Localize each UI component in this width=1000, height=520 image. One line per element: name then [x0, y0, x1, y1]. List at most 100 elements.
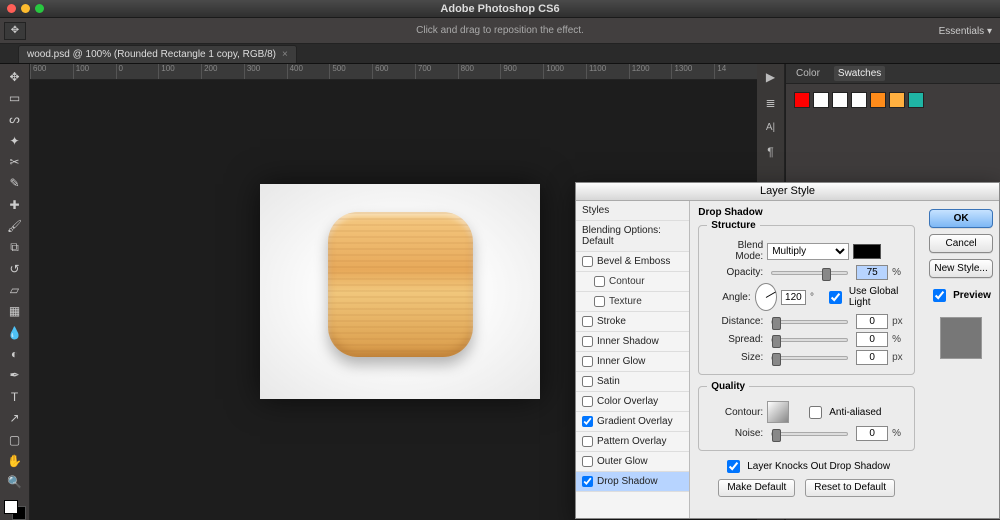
- workspace-switcher[interactable]: Essentials ▾: [939, 18, 992, 44]
- swatch[interactable]: [908, 92, 924, 108]
- history-icon[interactable]: ≣: [765, 96, 775, 110]
- char-icon[interactable]: A|: [766, 122, 775, 133]
- shape-tool[interactable]: ▢: [4, 430, 26, 449]
- style-item[interactable]: Outer Glow: [576, 452, 689, 472]
- swatch[interactable]: [832, 92, 848, 108]
- style-checkbox[interactable]: [582, 316, 593, 327]
- new-style-button[interactable]: New Style...: [929, 259, 993, 278]
- reset-default-button[interactable]: Reset to Default: [805, 479, 895, 497]
- hand-tool[interactable]: ✋: [4, 451, 26, 470]
- type-tool[interactable]: T: [4, 387, 26, 406]
- color-swatch[interactable]: [4, 500, 26, 520]
- style-checkbox[interactable]: [582, 476, 593, 487]
- opacity-slider[interactable]: [771, 271, 848, 275]
- document-canvas[interactable]: [260, 184, 540, 399]
- dodge-tool[interactable]: ◐: [4, 344, 26, 363]
- style-checkbox[interactable]: [582, 456, 593, 467]
- preview-checkbox[interactable]: [933, 289, 946, 302]
- tab-swatches[interactable]: Swatches: [834, 66, 885, 81]
- style-item[interactable]: Satin: [576, 372, 689, 392]
- size-input[interactable]: 0: [856, 350, 888, 365]
- size-slider[interactable]: [771, 356, 848, 360]
- distance-slider[interactable]: [771, 320, 848, 324]
- blur-tool[interactable]: 💧: [4, 323, 26, 342]
- marquee-tool[interactable]: ▭: [4, 88, 26, 107]
- healing-tool[interactable]: ✚: [4, 195, 26, 214]
- swatch[interactable]: [813, 92, 829, 108]
- angle-dial[interactable]: [755, 283, 777, 311]
- style-checkbox[interactable]: [594, 276, 605, 287]
- eraser-tool[interactable]: ▱: [4, 280, 26, 299]
- dialog-content: Drop Shadow Structure Blend Mode: Multip…: [690, 201, 923, 518]
- style-item[interactable]: Drop Shadow: [576, 472, 689, 492]
- style-checkbox[interactable]: [582, 416, 593, 427]
- style-item[interactable]: Contour: [576, 272, 689, 292]
- noise-slider[interactable]: [771, 432, 848, 436]
- wand-tool[interactable]: ✦: [4, 131, 26, 150]
- lasso-tool[interactable]: ᔕ: [4, 110, 26, 129]
- stamp-tool[interactable]: ⧉: [4, 238, 26, 257]
- play-icon[interactable]: ▶: [766, 70, 775, 84]
- style-label: Satin: [597, 376, 620, 387]
- brush-tool[interactable]: 🖌: [4, 216, 26, 235]
- angle-input[interactable]: 120: [781, 290, 806, 305]
- ruler-horizontal: 6001000100200300400500600700800900100011…: [30, 64, 757, 80]
- styles-header[interactable]: Styles: [576, 201, 689, 221]
- style-item[interactable]: Stroke: [576, 312, 689, 332]
- document-tab[interactable]: wood.psd @ 100% (Rounded Rectangle 1 cop…: [18, 45, 297, 63]
- global-light-checkbox[interactable]: [829, 291, 842, 304]
- history-brush-tool[interactable]: ↺: [4, 259, 26, 278]
- ok-button[interactable]: OK: [929, 209, 993, 228]
- noise-input[interactable]: 0: [856, 426, 888, 441]
- style-label: Inner Glow: [597, 356, 645, 367]
- style-item[interactable]: Pattern Overlay: [576, 432, 689, 452]
- knockout-label: Layer Knocks Out Drop Shadow: [747, 461, 890, 472]
- opacity-input[interactable]: 75: [856, 265, 888, 280]
- path-tool[interactable]: ↗: [4, 409, 26, 428]
- swatch[interactable]: [889, 92, 905, 108]
- options-hint: Click and drag to reposition the effect.: [0, 25, 1000, 36]
- style-item[interactable]: Inner Shadow: [576, 332, 689, 352]
- antialias-checkbox[interactable]: [809, 406, 822, 419]
- style-item[interactable]: Gradient Overlay: [576, 412, 689, 432]
- style-checkbox[interactable]: [582, 396, 593, 407]
- style-checkbox[interactable]: [594, 296, 605, 307]
- style-checkbox[interactable]: [582, 356, 593, 367]
- style-checkbox[interactable]: [582, 436, 593, 447]
- spread-input[interactable]: 0: [856, 332, 888, 347]
- style-checkbox[interactable]: [582, 376, 593, 387]
- eyedropper-tool[interactable]: ✎: [4, 174, 26, 193]
- move-tool[interactable]: ✥: [4, 67, 26, 86]
- swatch[interactable]: [794, 92, 810, 108]
- spread-slider[interactable]: [771, 338, 848, 342]
- cancel-button[interactable]: Cancel: [929, 234, 993, 253]
- document-tabs: wood.psd @ 100% (Rounded Rectangle 1 cop…: [0, 44, 1000, 64]
- knockout-checkbox[interactable]: [727, 460, 740, 473]
- distance-input[interactable]: 0: [856, 314, 888, 329]
- crop-tool[interactable]: ✂: [4, 152, 26, 171]
- style-item[interactable]: Color Overlay: [576, 392, 689, 412]
- contour-picker[interactable]: [767, 401, 789, 423]
- style-checkbox[interactable]: [582, 336, 593, 347]
- style-item[interactable]: Inner Glow: [576, 352, 689, 372]
- make-default-button[interactable]: Make Default: [718, 479, 795, 497]
- swatch[interactable]: [851, 92, 867, 108]
- swatch[interactable]: [870, 92, 886, 108]
- gradient-tool[interactable]: ▦: [4, 302, 26, 321]
- zoom-tool[interactable]: 🔍: [4, 473, 26, 492]
- blending-options[interactable]: Blending Options: Default: [576, 221, 689, 252]
- dialog-title[interactable]: Layer Style: [576, 183, 999, 201]
- paragraph-icon[interactable]: ¶: [767, 145, 773, 159]
- style-checkbox[interactable]: [582, 256, 593, 267]
- angle-label: Angle:: [707, 292, 750, 303]
- close-tab-icon[interactable]: ×: [282, 49, 288, 60]
- blendmode-select[interactable]: Multiply: [767, 243, 849, 260]
- contour-label: Contour:: [707, 407, 763, 418]
- color-panel-header: Color Swatches: [786, 64, 1000, 84]
- pen-tool[interactable]: ✒: [4, 366, 26, 385]
- noise-unit: %: [892, 428, 906, 439]
- style-item[interactable]: Texture: [576, 292, 689, 312]
- tab-color[interactable]: Color: [792, 66, 824, 81]
- style-item[interactable]: Bevel & Emboss: [576, 252, 689, 272]
- shadow-color-chip[interactable]: [853, 244, 881, 259]
